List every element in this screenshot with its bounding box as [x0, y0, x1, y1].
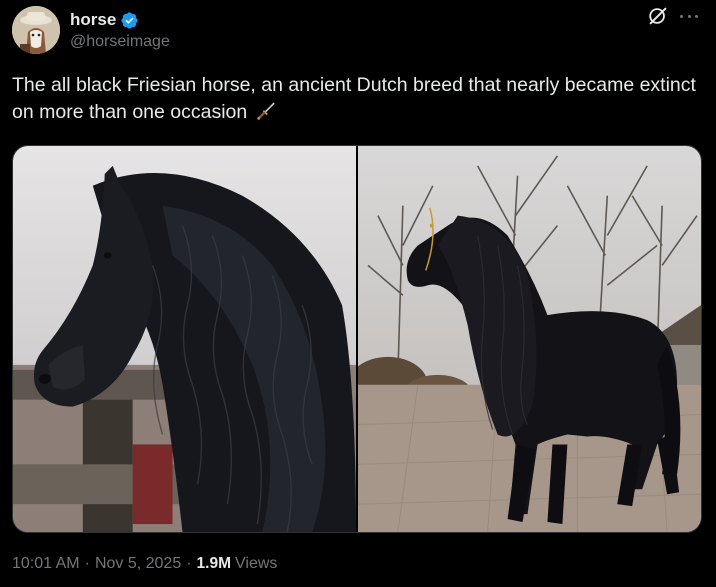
views-label: Views [235, 555, 278, 572]
avatar[interactable] [12, 6, 60, 54]
more-icon[interactable] [677, 5, 701, 27]
dagger-icon [256, 102, 275, 120]
media-grid [12, 145, 702, 533]
tweet-text: The all black Friesian horse, an ancient… [12, 72, 702, 126]
photo-horse-head[interactable] [13, 146, 356, 532]
views-count: 1.9M [196, 555, 232, 572]
display-name[interactable]: horse [70, 10, 116, 30]
tweet-date[interactable]: Nov 5, 2025 [95, 555, 181, 573]
tweet-meta: 10:01 AM · Nov 5, 2025 · 1.9M Views [12, 555, 277, 573]
tweet-header: horse @horseimage [12, 4, 704, 56]
tweet-time[interactable]: 10:01 AM [12, 555, 80, 573]
handle[interactable]: @horseimage [70, 33, 170, 51]
meta-separator: · [84, 555, 90, 572]
tweet-body: The all black Friesian horse, an ancient… [12, 74, 696, 123]
meta-separator: · [186, 555, 192, 572]
grok-icon[interactable] [647, 5, 669, 27]
verified-badge-icon [121, 11, 138, 29]
photo-horse-standing[interactable] [358, 146, 701, 532]
